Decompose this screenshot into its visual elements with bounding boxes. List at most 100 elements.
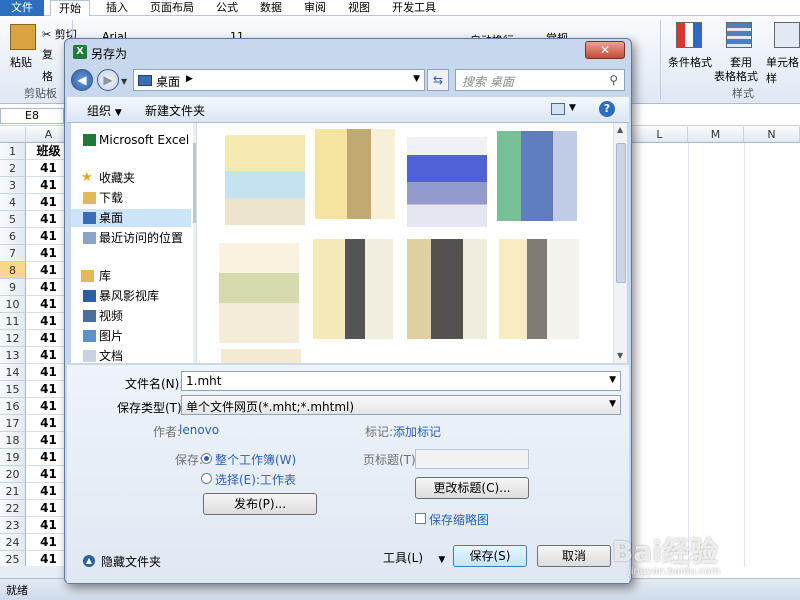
row-header[interactable]: 2 <box>0 160 26 177</box>
cancel-button[interactable]: 取消 <box>537 545 611 567</box>
file-list-pane[interactable] <box>197 123 613 363</box>
row-header[interactable]: 17 <box>0 415 26 432</box>
paste-button[interactable]: 粘贴 <box>10 54 32 70</box>
search-box[interactable]: 搜索 桌面 ⚲ <box>455 69 625 91</box>
file-thumbnail[interactable] <box>225 135 305 225</box>
menu-formulas[interactable]: 公式 <box>216 0 238 16</box>
add-tags-link[interactable]: 添加标记 <box>393 423 441 440</box>
refresh-button[interactable]: ⇆ <box>427 69 449 91</box>
row-header[interactable]: 9 <box>0 279 26 296</box>
menu-home[interactable]: 开始 <box>50 0 90 16</box>
row-header[interactable]: 15 <box>0 381 26 398</box>
entire-workbook-label[interactable]: 整个工作簿(W) <box>215 451 296 468</box>
nav-item-libraries[interactable]: 库 <box>71 267 191 285</box>
row-header[interactable]: 11 <box>0 313 26 330</box>
radio-entire-workbook[interactable] <box>201 453 212 464</box>
row-header[interactable]: 19 <box>0 449 26 466</box>
nav-item-desktop[interactable]: 桌面 <box>71 209 191 227</box>
select-all-corner[interactable] <box>0 127 26 143</box>
nav-item-downloads[interactable]: 下载 <box>71 189 191 207</box>
row-header[interactable]: 13 <box>0 347 26 364</box>
row-header[interactable]: 18 <box>0 432 26 449</box>
change-title-button[interactable]: 更改标题(C)... <box>415 477 529 499</box>
row-header[interactable]: 21 <box>0 483 26 500</box>
view-options-icon[interactable] <box>551 103 565 115</box>
tools-button[interactable]: 工具(L) ▼ <box>383 549 445 566</box>
row-header[interactable]: 14 <box>0 364 26 381</box>
menu-view[interactable]: 视图 <box>348 0 370 16</box>
sheet-navigator[interactable] <box>0 566 70 578</box>
column-header-l[interactable]: L <box>632 127 688 143</box>
breadcrumb-arrow-icon[interactable]: ▶ <box>186 74 193 84</box>
row-header[interactable]: 23 <box>0 517 26 534</box>
close-button[interactable]: ✕ <box>585 41 625 59</box>
column-header-n[interactable]: N <box>744 127 800 143</box>
chevron-down-icon[interactable]: ▼ <box>609 375 616 385</box>
row-header[interactable]: 7 <box>0 245 26 262</box>
help-icon[interactable]: ? <box>599 101 615 117</box>
menu-review[interactable]: 审阅 <box>304 0 326 16</box>
dialog-titlebar[interactable]: X 另存为 ✕ <box>65 39 631 65</box>
row-header[interactable]: 4 <box>0 194 26 211</box>
conditional-format-button[interactable]: 条件格式 <box>668 54 712 70</box>
row-header[interactable]: 8 <box>0 262 26 279</box>
format-painter-button[interactable]: 格 <box>42 68 53 84</box>
nav-item-pictures[interactable]: 图片 <box>71 327 191 345</box>
row-header[interactable]: 3 <box>0 177 26 194</box>
nav-item-favorites[interactable]: ★ 收藏夹 <box>71 169 191 187</box>
file-thumbnail[interactable] <box>407 137 487 227</box>
save-thumbnail-checkbox[interactable] <box>415 513 426 524</box>
row-header[interactable]: 16 <box>0 398 26 415</box>
back-button[interactable]: ◀ <box>71 69 93 91</box>
row-header[interactable]: 6 <box>0 228 26 245</box>
author-value[interactable]: lenovo <box>179 423 219 437</box>
save-thumbnail-label[interactable]: 保存缩略图 <box>429 511 489 528</box>
organize-button[interactable]: 组织 ▼ <box>87 102 122 119</box>
hide-folders-button[interactable]: 隐藏文件夹 <box>101 553 161 570</box>
file-thumbnail[interactable] <box>407 239 487 339</box>
row-header[interactable]: 22 <box>0 500 26 517</box>
nav-item-videos[interactable]: 视频 <box>71 307 191 325</box>
file-thumbnail[interactable] <box>497 131 577 221</box>
nav-item-video-library[interactable]: 暴风影视库 <box>71 287 191 305</box>
menu-page-layout[interactable]: 页面布局 <box>150 0 194 16</box>
nav-item-documents[interactable]: 文档 <box>71 347 191 363</box>
name-box[interactable]: E8 <box>0 108 64 124</box>
nav-item-recent[interactable]: 最近访问的位置 <box>71 229 191 247</box>
address-dropdown-icon[interactable]: ▼ <box>413 74 420 84</box>
cell-styles-button[interactable]: 单元格样 <box>766 54 800 86</box>
file-thumbnail[interactable] <box>313 239 393 339</box>
row-header[interactable]: 10 <box>0 296 26 313</box>
scroll-thumb[interactable] <box>616 143 626 283</box>
filename-input[interactable]: 1.mht ▼ <box>181 371 621 391</box>
menu-data[interactable]: 数据 <box>260 0 282 16</box>
view-dropdown-icon[interactable]: ▼ <box>569 103 576 113</box>
copy-button[interactable]: 复 <box>42 46 53 62</box>
filetype-select[interactable]: 单个文件网页(*.mht;*.mhtml) ▼ <box>181 395 621 415</box>
forward-button[interactable]: ▶ <box>97 69 119 91</box>
column-header-m[interactable]: M <box>688 127 744 143</box>
save-button[interactable]: 保存(S) <box>453 545 527 567</box>
menu-developer[interactable]: 开发工具 <box>392 0 436 16</box>
file-thumbnail[interactable] <box>221 349 301 363</box>
menu-file[interactable]: 文件 <box>0 0 44 16</box>
page-title-input[interactable] <box>415 449 529 469</box>
recent-pages-dropdown[interactable]: ▼ <box>121 77 127 86</box>
row-header[interactable]: 5 <box>0 211 26 228</box>
scroll-up-icon[interactable]: ▲ <box>617 125 623 134</box>
selection-label[interactable]: 选择(E):工作表 <box>215 471 296 488</box>
row-header[interactable]: 24 <box>0 534 26 551</box>
row-header[interactable]: 1 <box>0 143 26 160</box>
menu-insert[interactable]: 插入 <box>106 0 128 16</box>
address-bar[interactable]: 桌面 ▶ ▼ <box>133 69 425 91</box>
file-list-scrollbar[interactable]: ▲ ▼ <box>613 123 627 363</box>
file-thumbnail[interactable] <box>315 129 395 219</box>
file-thumbnail[interactable] <box>499 239 579 339</box>
file-thumbnail[interactable] <box>219 243 299 343</box>
chevron-down-icon[interactable]: ▼ <box>609 399 616 409</box>
publish-button[interactable]: 发布(P)... <box>203 493 317 515</box>
nav-item-excel[interactable]: Microsoft Excel <box>71 131 191 149</box>
row-header[interactable]: 12 <box>0 330 26 347</box>
chevron-up-icon[interactable]: ▲ <box>83 555 95 567</box>
new-folder-button[interactable]: 新建文件夹 <box>145 102 205 119</box>
